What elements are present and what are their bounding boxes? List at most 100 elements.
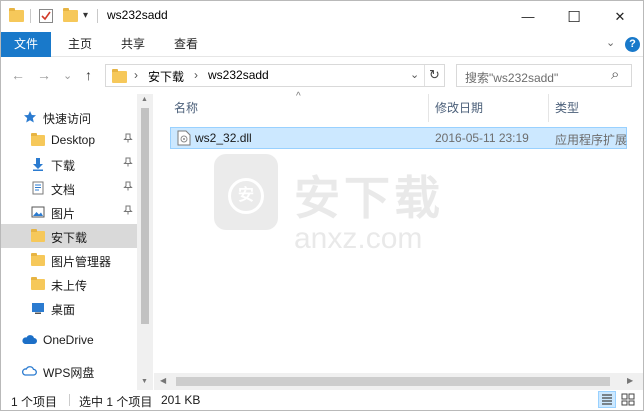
scrollbar-thumb[interactable]	[141, 108, 149, 324]
sidebar-item-desktop-cn[interactable]: 桌面	[1, 296, 137, 320]
sidebar-item-quick-access[interactable]: 快速访问	[1, 105, 137, 129]
sidebar-item-documents[interactable]: 文档	[1, 176, 137, 200]
sidebar-item-label: 下载	[51, 159, 76, 173]
divider	[30, 9, 31, 23]
pin-icon[interactable]	[123, 205, 133, 218]
divider	[97, 9, 98, 23]
up-arrow-icon[interactable]: ↑	[85, 67, 92, 83]
file-list: ^ 名称 修改日期 类型 安 安下载 anxz.com ws2_32.dll 2…	[154, 91, 643, 390]
scrollbar-thumb[interactable]	[176, 377, 610, 386]
sidebar-item-label: Desktop	[51, 133, 96, 147]
column-header-name[interactable]: 名称	[174, 94, 198, 122]
cloud-icon	[22, 335, 37, 344]
sidebar-item-label: 文档	[51, 183, 76, 197]
close-button[interactable]: ✕	[597, 1, 643, 32]
ribbon-tabs: 文件 主页 共享 查看 ⌄ ?	[1, 32, 643, 57]
column-divider[interactable]	[428, 94, 429, 122]
address-bar[interactable]: › 安下载 › ws232sadd ⌄ ↻	[105, 64, 445, 87]
back-arrow-icon[interactable]: ←	[11, 67, 25, 83]
sidebar-scrollbar[interactable]: ▲ ▼	[137, 94, 153, 390]
tab-file[interactable]: 文件	[1, 32, 51, 57]
column-divider[interactable]	[548, 94, 549, 122]
horizontal-scrollbar[interactable]: ◀ ▶	[154, 373, 643, 390]
scroll-right-icon[interactable]: ▶	[627, 376, 633, 385]
sidebar-item-anxiazai[interactable]: 安下载	[1, 224, 137, 248]
maximize-button[interactable]: ☐	[551, 1, 597, 32]
document-icon	[32, 181, 44, 195]
search-icon[interactable]: ⌕	[611, 66, 619, 83]
scroll-up-icon[interactable]: ▲	[141, 96, 148, 103]
breadcrumb-item[interactable]: ws232sadd	[208, 68, 269, 82]
sidebar-item-not-uploaded[interactable]: 未上传	[1, 272, 137, 296]
folder-icon	[31, 253, 45, 267]
sidebar-item-label: 安下载	[51, 231, 88, 245]
column-header-type[interactable]: 类型	[555, 94, 579, 122]
sidebar-item-label: 未上传	[51, 279, 88, 293]
column-header-modified[interactable]: 修改日期	[435, 94, 483, 122]
sidebar-item-picture-manager[interactable]: 图片管理器	[1, 248, 137, 272]
pin-icon[interactable]	[123, 133, 133, 146]
divider	[69, 394, 70, 406]
sidebar-item-label: 桌面	[51, 303, 76, 317]
sidebar-item-pictures[interactable]: 图片	[1, 200, 137, 224]
help-icon[interactable]: ?	[625, 37, 640, 52]
navigation-pane: 快速访问 Desktop 下载 文档 图片 安下载 图片管理器 未上传 桌面 O…	[1, 94, 153, 390]
breadcrumb-item[interactable]: 安下载	[148, 68, 184, 85]
watermark-badge: 安	[228, 178, 264, 214]
tab-home[interactable]: 主页	[55, 32, 105, 57]
scroll-left-icon[interactable]: ◀	[160, 376, 166, 385]
folder-icon	[31, 229, 45, 243]
sidebar-item-wps-drive[interactable]: WPS网盘	[1, 359, 137, 383]
table-row[interactable]: ws2_32.dll 2016-05-11 23:19 应用程序扩展	[170, 127, 627, 149]
watermark-subtitle: anxz.com	[294, 222, 423, 255]
search-placeholder: 搜索"ws232sadd"	[465, 71, 559, 85]
sidebar-item-desktop[interactable]: Desktop	[1, 128, 137, 152]
sidebar-item-label: WPS网盘	[43, 366, 95, 380]
large-icons-view-button[interactable]	[619, 391, 637, 408]
breadcrumb-separator: ›	[194, 68, 198, 82]
minimize-button[interactable]: —	[505, 1, 551, 32]
item-count: 1 个项目	[11, 395, 58, 409]
watermark-title: 安下载	[294, 172, 444, 224]
file-type: 应用程序扩展	[555, 133, 628, 147]
sidebar-item-label: OneDrive	[43, 333, 94, 347]
navigation-bar: ← → ⌄ ↑ › 安下载 › ws232sadd ⌄ ↻ 搜索"ws232sa…	[1, 57, 643, 94]
divider	[424, 65, 425, 86]
scroll-down-icon[interactable]: ▼	[141, 378, 148, 385]
status-bar: 1 个项目 选中 1 个项目 201 KB	[1, 390, 643, 410]
sidebar-item-onedrive[interactable]: OneDrive	[1, 328, 137, 352]
sort-ascending-icon: ^	[296, 91, 301, 102]
refresh-icon[interactable]: ↻	[429, 67, 440, 83]
sidebar-item-downloads[interactable]: 下载	[1, 152, 137, 176]
breadcrumb-separator: ›	[134, 68, 138, 82]
sidebar-item-label: 图片	[51, 207, 76, 221]
picture-icon	[31, 206, 45, 218]
desktop-icon	[32, 303, 44, 314]
file-name[interactable]: ws2_32.dll	[195, 131, 252, 145]
forward-arrow-icon[interactable]: →	[37, 67, 51, 83]
expand-ribbon-chevron-icon[interactable]: ⌄	[606, 36, 615, 49]
download-icon	[33, 158, 43, 171]
folder-icon	[31, 277, 45, 291]
explorer-window: ▾ ws232sadd — ☐ ✕ 文件 主页 共享 查看 ⌄ ? ← → ⌄ …	[0, 0, 644, 411]
recent-locations-chevron-icon[interactable]: ⌄	[63, 69, 72, 82]
address-dropdown-chevron-icon[interactable]: ⌄	[410, 68, 419, 81]
search-input[interactable]: 搜索"ws232sadd" ⌕	[456, 64, 632, 87]
watermark: 安 安下载 anxz.com	[214, 154, 574, 264]
watermark-bag-icon: 安	[214, 154, 278, 230]
properties-icon[interactable]	[39, 9, 53, 23]
pin-icon[interactable]	[123, 157, 133, 170]
cloud-outline-icon	[21, 366, 37, 376]
customize-toolbar-chevron-icon[interactable]: ▾	[83, 10, 88, 26]
selection-count: 选中 1 个项目	[79, 395, 153, 409]
pin-icon[interactable]	[123, 181, 133, 194]
selection-size: 201 KB	[161, 393, 201, 407]
tab-view[interactable]: 查看	[161, 32, 211, 57]
file-modified: 2016-05-11 23:19	[435, 131, 529, 145]
folder-icon	[31, 133, 45, 147]
tab-share[interactable]: 共享	[108, 32, 158, 57]
window-title: ws232sadd	[107, 8, 168, 22]
details-view-icon	[602, 394, 612, 405]
dll-file-icon	[177, 130, 191, 146]
details-view-button[interactable]	[598, 391, 616, 408]
